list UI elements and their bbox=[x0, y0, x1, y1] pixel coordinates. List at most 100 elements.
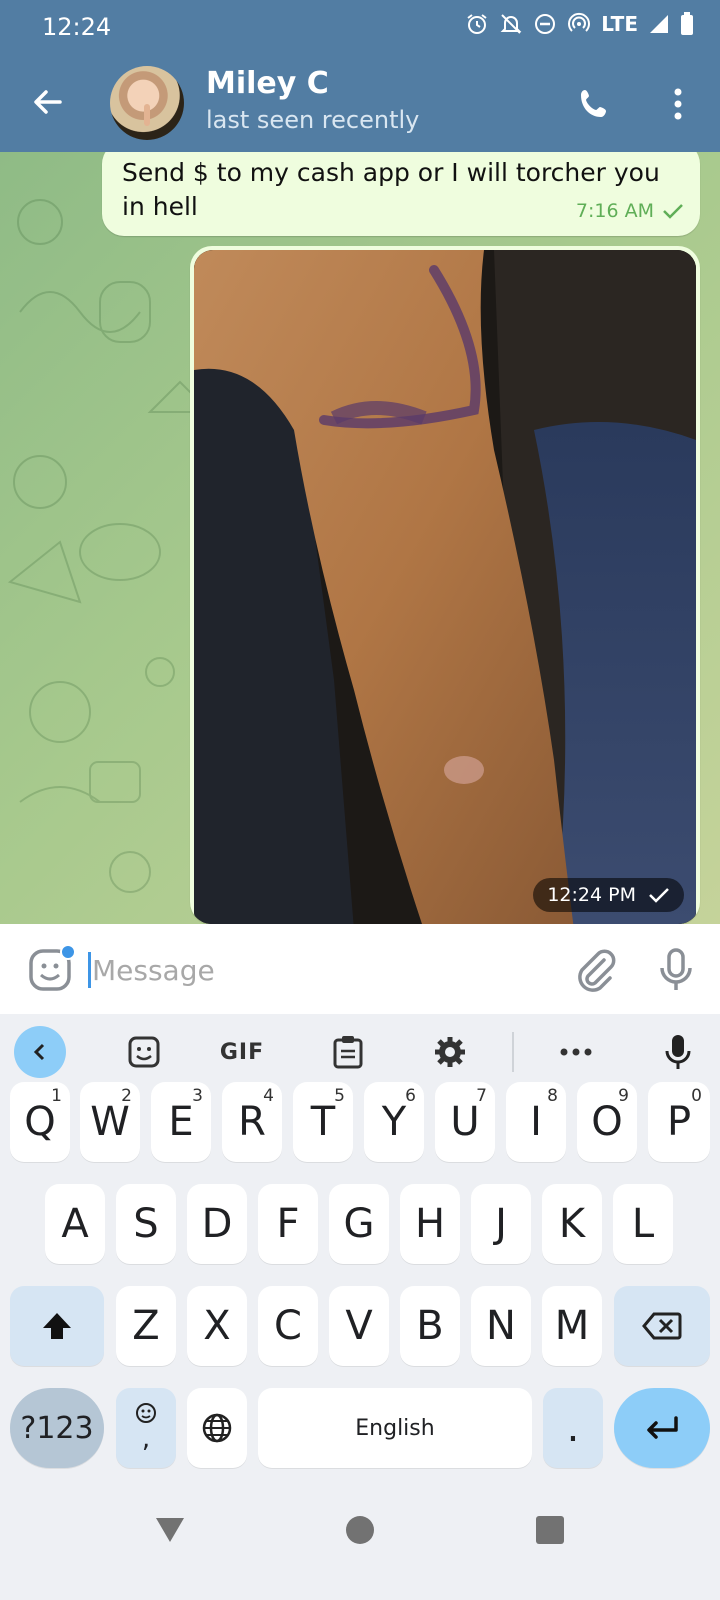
status-time: 12:24 bbox=[42, 13, 112, 41]
collapse-toolbar-button[interactable] bbox=[14, 1026, 66, 1078]
space-label: English bbox=[355, 1415, 435, 1441]
key-label: C bbox=[274, 1303, 302, 1349]
nav-home-icon[interactable] bbox=[346, 1516, 374, 1544]
key-q[interactable]: Q1 bbox=[10, 1082, 70, 1162]
status-icons: LTE bbox=[465, 12, 694, 36]
key-j[interactable]: J bbox=[471, 1184, 531, 1264]
gif-button[interactable]: GIF bbox=[216, 1026, 268, 1078]
photo-time: 12:24 PM bbox=[547, 884, 636, 906]
photo-meta: 12:24 PM bbox=[533, 878, 684, 912]
key-hint: 2 bbox=[121, 1086, 132, 1106]
key-label: B bbox=[416, 1303, 444, 1349]
hotspot-icon bbox=[568, 12, 591, 32]
key-g[interactable]: G bbox=[329, 1184, 389, 1264]
more-vert-icon[interactable] bbox=[656, 82, 700, 126]
key-label: T bbox=[310, 1099, 336, 1145]
key-o[interactable]: O9 bbox=[577, 1082, 637, 1162]
key-e[interactable]: E3 bbox=[151, 1082, 211, 1162]
paperclip-icon[interactable] bbox=[572, 946, 620, 994]
key-h[interactable]: H bbox=[400, 1184, 460, 1264]
emoji-comma-key[interactable]: , bbox=[116, 1388, 176, 1468]
key-hint: 7 bbox=[476, 1086, 487, 1106]
key-f[interactable]: F bbox=[258, 1184, 318, 1264]
key-label: E bbox=[168, 1099, 194, 1145]
key-k[interactable]: K bbox=[542, 1184, 602, 1264]
key-label: S bbox=[133, 1201, 159, 1247]
toolbar-divider bbox=[512, 1032, 514, 1072]
key-z[interactable]: Z bbox=[116, 1286, 176, 1366]
key-m[interactable]: M bbox=[542, 1286, 602, 1366]
clipboard-button[interactable] bbox=[322, 1026, 374, 1078]
gif-label: GIF bbox=[219, 1039, 265, 1065]
nav-recents-icon[interactable] bbox=[536, 1516, 564, 1544]
key-r[interactable]: R4 bbox=[222, 1082, 282, 1162]
sticker-tool-button[interactable] bbox=[118, 1026, 170, 1078]
photo-attachment[interactable]: 12:24 PM bbox=[194, 250, 696, 924]
check-icon bbox=[649, 888, 669, 903]
key-s[interactable]: S bbox=[116, 1184, 176, 1264]
key-hint: 9 bbox=[618, 1086, 629, 1106]
nav-back-icon[interactable] bbox=[152, 1512, 188, 1548]
key-l[interactable]: L bbox=[613, 1184, 673, 1264]
language-key[interactable] bbox=[187, 1388, 247, 1468]
space-key[interactable]: English bbox=[258, 1388, 532, 1468]
clipboard-icon bbox=[333, 1036, 363, 1069]
symbols-key[interactable]: ?123 bbox=[10, 1388, 104, 1468]
shift-key[interactable] bbox=[10, 1286, 104, 1366]
shift-icon bbox=[43, 1313, 71, 1339]
message-bubble-text[interactable]: Send $ to my cash app or I will torcher … bbox=[102, 152, 700, 236]
back-arrow-icon[interactable] bbox=[26, 80, 70, 124]
microphone-icon[interactable] bbox=[652, 946, 700, 994]
emoji-icon bbox=[136, 1403, 156, 1423]
key-c[interactable]: C bbox=[258, 1286, 318, 1366]
status-bar: 12:24 LTE bbox=[0, 0, 720, 52]
signal-icon bbox=[650, 15, 668, 33]
key-t[interactable]: T5 bbox=[293, 1082, 353, 1162]
enter-key[interactable] bbox=[614, 1388, 710, 1468]
key-label: Z bbox=[132, 1303, 160, 1349]
key-i[interactable]: I8 bbox=[506, 1082, 566, 1162]
battery-icon bbox=[681, 12, 693, 35]
microphone-icon bbox=[665, 1035, 691, 1069]
chevron-left-icon bbox=[33, 1043, 45, 1061]
period-key[interactable]: . bbox=[543, 1388, 603, 1468]
notification-dot bbox=[60, 944, 76, 960]
key-u[interactable]: U7 bbox=[435, 1082, 495, 1162]
key-p[interactable]: P0 bbox=[648, 1082, 710, 1162]
sticker-button[interactable] bbox=[26, 944, 76, 994]
phone-icon[interactable] bbox=[572, 82, 616, 126]
key-x[interactable]: X bbox=[187, 1286, 247, 1366]
backspace-key[interactable] bbox=[614, 1286, 710, 1366]
more-tools-button[interactable] bbox=[550, 1026, 602, 1078]
check-icon bbox=[663, 204, 683, 219]
key-label: D bbox=[201, 1201, 233, 1247]
sticker-icon bbox=[128, 1036, 160, 1068]
keyboard-toolbar: GIF bbox=[0, 1014, 720, 1088]
key-w[interactable]: W2 bbox=[80, 1082, 140, 1162]
settings-button[interactable] bbox=[424, 1026, 476, 1078]
composer bbox=[0, 924, 720, 1014]
more-horiz-icon bbox=[560, 1048, 592, 1056]
key-y[interactable]: Y6 bbox=[364, 1082, 424, 1162]
key-label: M bbox=[554, 1303, 590, 1349]
avatar[interactable] bbox=[110, 66, 184, 140]
key-b[interactable]: B bbox=[400, 1286, 460, 1366]
key-label: K bbox=[558, 1201, 586, 1247]
key-v[interactable]: V bbox=[329, 1286, 389, 1366]
gear-icon bbox=[435, 1037, 465, 1067]
alarm-icon bbox=[467, 14, 487, 34]
key-label: G bbox=[343, 1201, 375, 1247]
key-d[interactable]: D bbox=[187, 1184, 247, 1264]
key-n[interactable]: N bbox=[471, 1286, 531, 1366]
network-type: LTE bbox=[601, 12, 638, 36]
message-bubble-photo[interactable]: 12:24 PM bbox=[190, 246, 700, 924]
key-a[interactable]: A bbox=[45, 1184, 105, 1264]
do-not-disturb-icon bbox=[535, 14, 556, 34]
key-label: R bbox=[238, 1099, 266, 1145]
key-label: I bbox=[530, 1099, 542, 1145]
contact-name[interactable]: Miley C bbox=[206, 66, 329, 101]
key-label: V bbox=[345, 1303, 373, 1349]
chat-area[interactable]: Send $ to my cash app or I will torcher … bbox=[0, 152, 720, 924]
voice-typing-button[interactable] bbox=[652, 1026, 704, 1078]
message-input[interactable] bbox=[92, 946, 552, 994]
